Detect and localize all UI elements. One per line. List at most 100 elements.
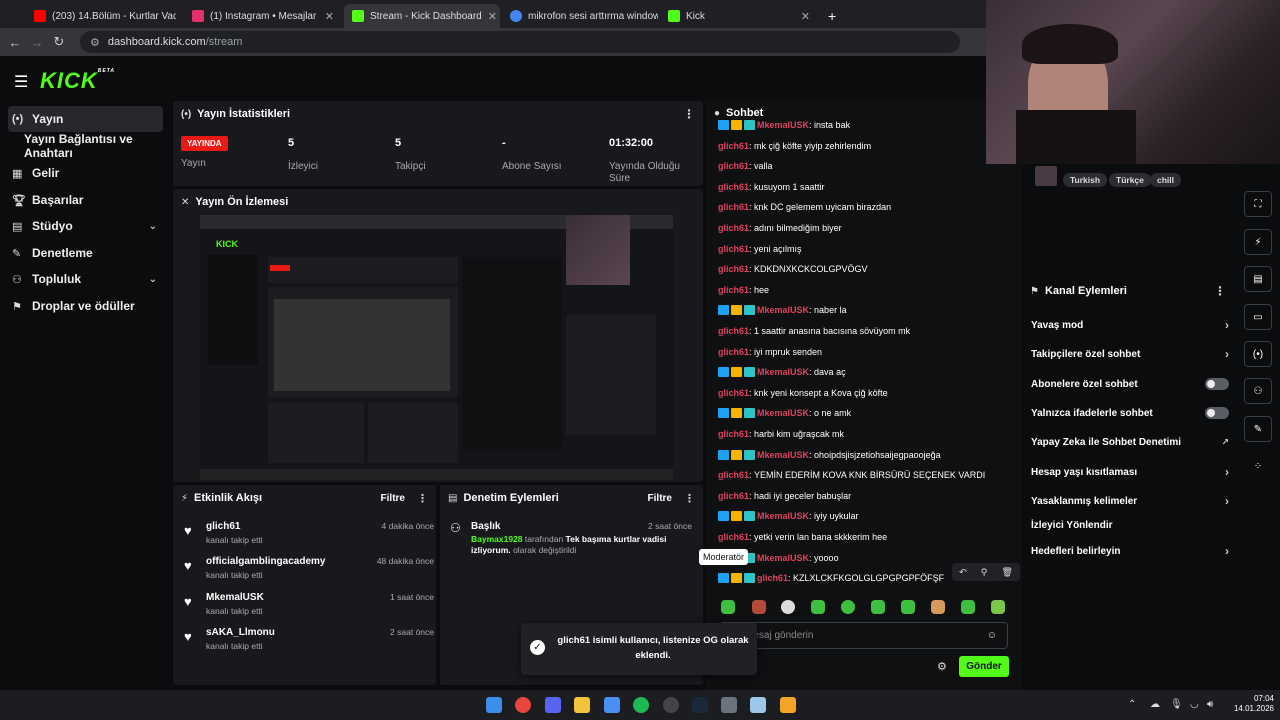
chat-message[interactable]: glich61: kusuyom 1 saattir [718, 182, 1018, 192]
crown-badge-icon[interactable] [731, 305, 742, 316]
emote-icon[interactable] [781, 600, 795, 614]
back-icon[interactable]: ← [4, 35, 26, 50]
tag-pill[interactable]: Turkish [1063, 173, 1108, 187]
crown-badge-icon[interactable] [731, 449, 742, 460]
chat-message[interactable]: glich61: adını bilmediğim biyer [718, 223, 1018, 233]
crown-badge-icon[interactable] [731, 408, 742, 419]
url-field[interactable]: ⚙ dashboard.kick.com/stream [80, 31, 960, 53]
close-tab-icon[interactable]: ✕ [795, 10, 810, 23]
app-icon[interactable] [604, 697, 620, 713]
add-widget-icon[interactable]: ⁘ [1244, 453, 1272, 479]
reload-icon[interactable]: ↻ [48, 34, 70, 50]
crown-badge-icon[interactable] [731, 511, 742, 522]
chat-message[interactable]: glich61: hee [718, 285, 1018, 295]
tag-pill[interactable]: chill [1150, 173, 1182, 187]
action-followers-only[interactable]: Takipçilere özel sohbet › [1031, 344, 1229, 364]
action-goals[interactable]: Hedefleri belirleyin › [1031, 541, 1229, 561]
chat-message[interactable]: MkemalUSK: yoooo [718, 552, 1018, 563]
user-edit-icon[interactable]: ⚇ [1244, 378, 1272, 404]
emote-icon[interactable] [841, 600, 855, 614]
chat-username[interactable]: glich61 [718, 326, 749, 336]
chat-username[interactable]: glich61 [718, 429, 749, 439]
chat-message[interactable]: glich61: YEMİN EDERİM KOVA KNK BİRSÜRÜ S… [718, 470, 1018, 480]
filter-button[interactable]: Filtre [648, 493, 672, 504]
chat-message[interactable]: glich61: harbi kim uğraşcak mk [718, 429, 1018, 439]
crown-badge-icon[interactable] [731, 367, 742, 378]
close-tab-icon[interactable]: ✕ [482, 10, 497, 23]
chat-username[interactable]: glich61 [718, 285, 749, 295]
emotes-only-toggle[interactable] [1205, 407, 1229, 419]
chat-message[interactable]: glich61: knk DC gelemem uyicam birazdan [718, 202, 1018, 212]
chat-username[interactable]: glich61 [718, 244, 749, 254]
chat-username[interactable]: glich61 [718, 202, 749, 212]
tray-icon[interactable]: ☁ [1150, 699, 1160, 710]
more-options-icon[interactable]: ⋮ [683, 107, 695, 121]
subscriber-badge-icon[interactable] [744, 120, 755, 130]
chat-username[interactable]: MkemalUSK [757, 367, 809, 377]
tray-chevron-icon[interactable]: ⌃ [1128, 699, 1136, 710]
emoji-icon[interactable]: ☺ [987, 630, 997, 641]
chat-username[interactable]: glich61 [718, 182, 749, 192]
browser-tab[interactable]: Kick ✕ [660, 4, 818, 28]
subscriber-badge-icon[interactable] [744, 305, 755, 316]
chat-message[interactable]: glich61: knk yeni konsept a Kova çiğ köf… [718, 388, 1018, 398]
chat-message[interactable]: glich61: valla [718, 161, 1018, 171]
moderator-badge-icon[interactable] [718, 305, 729, 316]
action-ai-moderation[interactable]: Yapay Zeka ile Sohbet Denetimi ↗ [1031, 432, 1229, 452]
chat-message[interactable]: glich61: yeni açılmış [718, 244, 1018, 254]
chat-username[interactable]: glich61 [718, 388, 749, 398]
chat-username[interactable]: glich61 [718, 161, 749, 171]
emote-icon[interactable] [752, 600, 766, 614]
chat-username[interactable]: glich61 [718, 223, 749, 233]
chat-message[interactable]: glich61: 1 saattir anasına bacısına sövü… [718, 326, 1018, 336]
subscriber-badge-icon[interactable] [744, 449, 755, 460]
chat-message[interactable]: glich61: iyi mpruk senden [718, 347, 1018, 357]
more-options-icon[interactable]: ⋮ [684, 492, 695, 505]
browser-tab[interactable]: (203) 14.Bölüm - Kurtlar Vadisi Pusu✕ [26, 4, 176, 28]
sidebar-item-studio[interactable]: ▤ Stüdyo ⌄ [8, 213, 163, 239]
chat-username[interactable]: MkemalUSK [757, 305, 809, 315]
send-button[interactable]: Gönder [959, 656, 1009, 677]
sidebar-item-stream[interactable]: (•) Yayın [8, 106, 163, 132]
chat-message[interactable]: glich61: yetki verin lan bana skkkerim h… [718, 532, 1018, 542]
chat-username[interactable]: MkemalUSK [757, 120, 809, 130]
crown-badge-icon[interactable] [731, 573, 742, 584]
stream-preview-video[interactable]: KICK [200, 215, 673, 480]
chat-message[interactable]: glich61: mk çiğ köfte yiyip zehirlendim [718, 141, 1018, 151]
chat-message[interactable]: MkemalUSK: insta bak [718, 120, 1018, 130]
chat-username[interactable]: glich61 [718, 532, 749, 542]
wrench-icon[interactable]: ✎ [1244, 416, 1272, 442]
more-options-icon[interactable]: ⋮ [417, 492, 428, 505]
microphone-icon[interactable]: 🎙︎ [1170, 699, 1183, 710]
chat-username[interactable]: MkemalUSK [757, 408, 809, 418]
chat-message[interactable]: glich61: KDKDNXKCKCOLGPVÖGV [718, 264, 1018, 274]
more-options-icon[interactable]: ⋮ [1214, 284, 1226, 298]
filter-button[interactable]: Filtre [381, 493, 405, 504]
crown-badge-icon[interactable] [731, 120, 742, 130]
subscriber-badge-icon[interactable] [744, 408, 755, 419]
chat-message[interactable]: MkemalUSK: iyiy uykular [718, 511, 1018, 522]
settings-icon[interactable] [721, 697, 737, 713]
subscriber-badge-icon[interactable] [744, 573, 755, 584]
chat-message[interactable]: glich61: hadi iyi geceler babuşlar [718, 491, 1018, 501]
clock[interactable]: 07:04 14.01.2026 [1224, 694, 1274, 714]
chat-username[interactable]: glich61 [718, 141, 749, 151]
volume-icon[interactable]: 🔊︎ [1207, 699, 1213, 710]
browser-tab[interactable]: mikrofon sesi arttırma windows✕ [502, 4, 658, 28]
emote-icon[interactable] [871, 600, 885, 614]
browser-tab-active[interactable]: Stream - Kick Dashboard ✕ [344, 4, 500, 28]
expand-icon[interactable]: ⛶ [1244, 191, 1272, 217]
emote-icon[interactable] [931, 600, 945, 614]
site-info-icon[interactable]: ⚙ [90, 36, 100, 49]
chat-username[interactable]: glich61 [718, 264, 749, 274]
spotify-icon[interactable] [633, 697, 649, 713]
chat-username[interactable]: glich61 [718, 347, 749, 357]
chat-message[interactable]: MkemalUSK: o ne amk [718, 408, 1018, 419]
chat-username[interactable]: glich61 [757, 573, 788, 583]
action-raid[interactable]: İzleyici Yönlendir [1031, 515, 1229, 535]
close-tab-icon[interactable]: ✕ [319, 10, 334, 23]
reply-icon[interactable]: ↶ [959, 567, 967, 578]
moderator-badge-icon[interactable] [718, 449, 729, 460]
chat-username[interactable]: MkemalUSK [757, 450, 809, 460]
emote-icon[interactable] [811, 600, 825, 614]
